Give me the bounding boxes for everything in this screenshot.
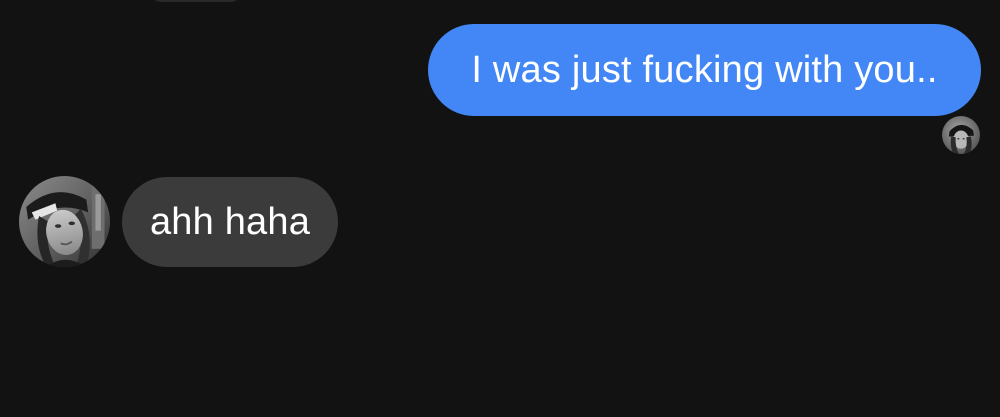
read-receipt-avatar-image bbox=[942, 116, 980, 154]
sent-message-text: I was just fucking with you.. bbox=[471, 49, 938, 91]
read-receipt-avatar bbox=[942, 116, 980, 154]
sent-message-bubble[interactable]: I was just fucking with you.. bbox=[428, 24, 981, 116]
received-message-text: ahh haha bbox=[149, 201, 311, 243]
received-message-bubble[interactable]: ahh haha bbox=[122, 177, 338, 267]
previous-message-bubble bbox=[148, 0, 244, 2]
contact-avatar-image bbox=[19, 176, 110, 267]
contact-avatar[interactable] bbox=[19, 176, 110, 267]
